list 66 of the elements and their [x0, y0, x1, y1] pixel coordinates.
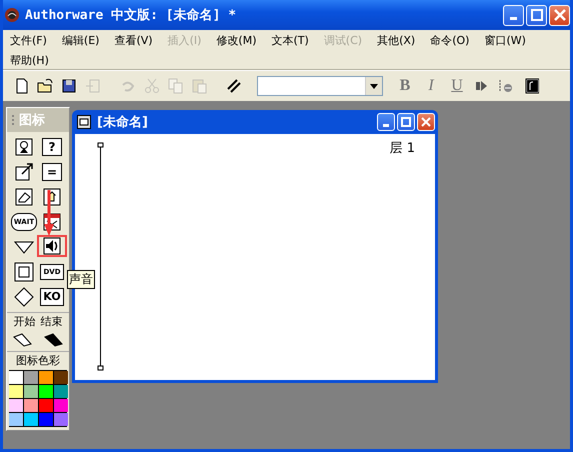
- font-dropdown[interactable]: [257, 76, 383, 96]
- underline-button[interactable]: U: [447, 77, 467, 95]
- bold-button[interactable]: B: [395, 77, 415, 95]
- color-swatch[interactable]: [24, 413, 38, 426]
- motion-icon[interactable]: [14, 162, 34, 182]
- color-swatch[interactable]: [38, 413, 52, 426]
- maximize-icon: [530, 9, 542, 21]
- color-swatch[interactable]: [54, 399, 68, 412]
- menu-item[interactable]: 修改(M): [213, 32, 260, 49]
- start-label: 开始: [14, 314, 36, 329]
- color-swatch[interactable]: [38, 385, 52, 398]
- app-logo-icon: [4, 7, 20, 23]
- start-flag-icon[interactable]: [12, 333, 32, 347]
- open-folder-icon[interactable]: [37, 77, 55, 95]
- color-swatch[interactable]: [8, 385, 22, 398]
- color-swatch[interactable]: [54, 371, 68, 384]
- layer-label: 层 1: [390, 140, 415, 157]
- menu-item[interactable]: 编辑(E): [58, 32, 102, 49]
- color-swatch[interactable]: [8, 413, 22, 426]
- italic-button[interactable]: I: [421, 77, 441, 95]
- minimize-icon: [383, 124, 389, 126]
- arrow-annotation: [44, 190, 54, 236]
- menu-item[interactable]: 窗口(W): [481, 32, 529, 49]
- interaction-icon[interactable]: ?: [42, 138, 62, 156]
- window-title: Authorware 中文版: [未命名] *: [25, 6, 236, 24]
- tooltip: 声音: [67, 270, 95, 289]
- flowline-window-icon: [77, 115, 91, 129]
- menu-item[interactable]: 文本(T): [268, 32, 312, 49]
- menu-item[interactable]: 其他(X): [374, 32, 418, 49]
- maximize-button[interactable]: [397, 113, 415, 131]
- close-button[interactable]: [417, 113, 435, 131]
- diamond-icon[interactable]: [14, 287, 34, 307]
- maximize-icon: [401, 117, 411, 127]
- color-swatch[interactable]: [38, 399, 52, 412]
- color-swatch[interactable]: [8, 399, 22, 412]
- minimize-button[interactable]: [377, 113, 395, 131]
- color-swatch[interactable]: [54, 385, 68, 398]
- frame-icon[interactable]: [14, 262, 34, 282]
- eraser-icon[interactable]: [14, 187, 34, 207]
- end-flag-icon[interactable]: [44, 333, 64, 347]
- color-swatch[interactable]: [24, 371, 38, 384]
- minimize-button[interactable]: [503, 4, 524, 26]
- minimize-icon: [510, 17, 517, 20]
- color-swatch[interactable]: [54, 413, 68, 426]
- menu-item[interactable]: 帮助(H): [7, 52, 52, 69]
- close-button[interactable]: [549, 4, 570, 26]
- sound-icon[interactable]: [42, 236, 62, 256]
- palette-title: 图标: [19, 112, 45, 129]
- menu-item[interactable]: 查看(V): [111, 32, 156, 49]
- close-icon: [421, 117, 431, 127]
- color-swatch[interactable]: [38, 371, 52, 384]
- document-title: [未命名]: [97, 114, 148, 131]
- grip-icon: [11, 114, 15, 126]
- calculation-icon[interactable]: =: [42, 163, 62, 181]
- color-swatch[interactable]: [24, 399, 38, 412]
- close-icon: [554, 9, 566, 21]
- colors-label: 图标色彩: [16, 353, 60, 368]
- maximize-button[interactable]: [526, 4, 547, 26]
- dropdown-arrow-icon: [370, 84, 378, 88]
- end-label: 结束: [40, 314, 62, 329]
- color-swatch[interactable]: [8, 371, 22, 384]
- menu-item[interactable]: 文件(F): [7, 32, 50, 49]
- menu-item[interactable]: 命令(O): [427, 32, 472, 49]
- color-swatch[interactable]: [24, 385, 38, 398]
- display-icon[interactable]: [14, 137, 34, 157]
- knowledge-icon[interactable]: KO: [40, 288, 64, 306]
